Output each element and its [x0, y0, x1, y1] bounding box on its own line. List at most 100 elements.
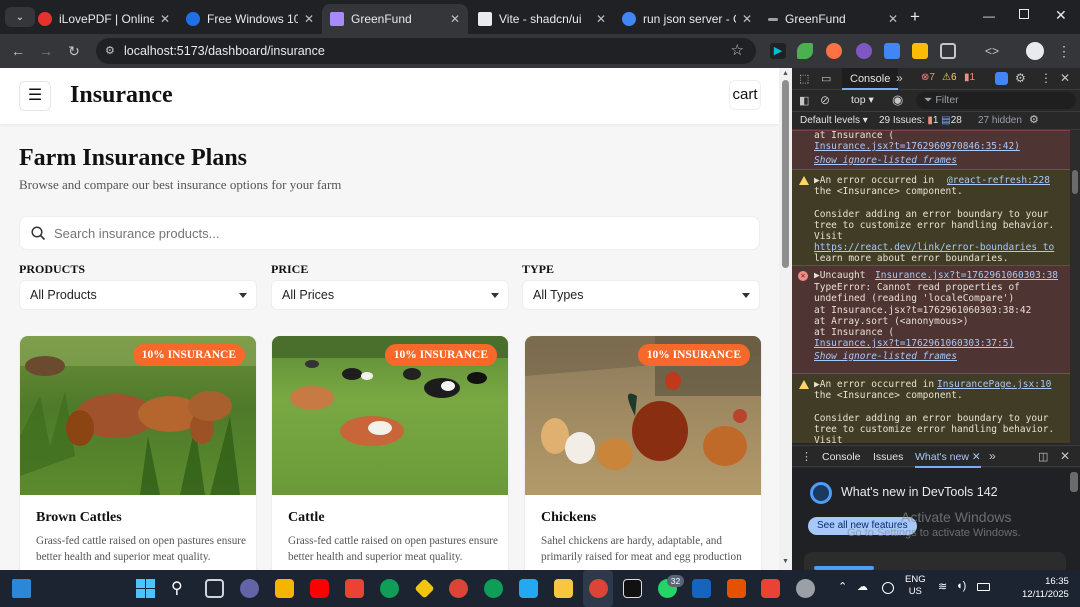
source-link[interactable]: Insurance.jsx?t=1762960970846:35:42): [814, 141, 1020, 152]
onedrive-icon[interactable]: [882, 582, 894, 594]
drawer-tab-whats-new[interactable]: What's new ✕: [915, 446, 981, 468]
close-window-icon[interactable]: ✕: [1055, 7, 1067, 24]
close-icon[interactable]: ✕: [742, 12, 752, 26]
more-tabs-icon[interactable]: »: [896, 71, 903, 85]
clock[interactable]: 16:35 12/11/2025: [1022, 575, 1069, 601]
extension-icon[interactable]: [884, 43, 900, 59]
extension-icon[interactable]: [826, 43, 842, 59]
more-vertical-icon[interactable]: ⋮: [1040, 71, 1052, 85]
windows-start-icon[interactable]: [136, 579, 155, 598]
reload-icon[interactable]: ↻: [64, 41, 84, 61]
app-icon[interactable]: [727, 579, 746, 598]
app-icon[interactable]: [692, 579, 711, 598]
extension-icon[interactable]: [856, 43, 872, 59]
scroll-thumb[interactable]: [1070, 472, 1078, 492]
search-icon[interactable]: ⚲: [171, 578, 183, 598]
task-view-icon[interactable]: [205, 579, 224, 598]
drawer-menu-icon[interactable]: ⋮: [801, 450, 812, 463]
live-expression-eye-icon[interactable]: ◉: [892, 92, 903, 108]
device-toolbar-icon[interactable]: ▭: [821, 72, 831, 85]
minimize-icon[interactable]: —: [983, 9, 995, 23]
close-devtools-icon[interactable]: ✕: [1060, 71, 1070, 85]
edge-icon[interactable]: [380, 579, 399, 598]
more-vertical-icon[interactable]: ⋮: [1054, 41, 1074, 61]
site-info-icon[interactable]: ⚙: [105, 38, 115, 64]
console-error-message[interactable]: at Insurance ( Insurance.jsx?t=176296097…: [792, 130, 1070, 169]
teams-icon[interactable]: [240, 579, 259, 598]
page-scrollbar[interactable]: ▲ ▼: [779, 68, 792, 570]
console-filter-input[interactable]: ⏷ Filter: [916, 92, 1076, 109]
cloud-icon[interactable]: ☁: [857, 580, 868, 593]
source-link[interactable]: Insurance.jsx?t=1762961060303:38: [875, 270, 1058, 281]
source-link[interactable]: Insurance.jsx?t=1762961060303:37:5): [814, 338, 1014, 349]
app-icon[interactable]: [414, 578, 435, 599]
gmail-icon[interactable]: [761, 579, 780, 598]
drawer-tab-issues[interactable]: Issues: [873, 451, 903, 463]
wifi-icon[interactable]: ≋: [938, 580, 947, 593]
close-icon[interactable]: ✕: [596, 12, 606, 26]
tab-greenfund[interactable]: GreenFund ✕: [760, 4, 906, 34]
chrome-icon[interactable]: [484, 579, 503, 598]
close-icon[interactable]: ✕: [160, 12, 170, 26]
warning-count-badge[interactable]: ⚠6: [942, 72, 957, 83]
search-input[interactable]: [54, 217, 744, 249]
context-select[interactable]: top ▾: [851, 94, 874, 106]
scroll-thumb[interactable]: [1072, 170, 1078, 194]
address-bar[interactable]: ⚙ localhost:5173/dashboard/insurance ☆: [96, 38, 756, 64]
drawer-tab-console[interactable]: Console: [822, 451, 861, 463]
settings-gear-icon[interactable]: ⚙: [1015, 71, 1026, 85]
extension-icon[interactable]: [912, 43, 928, 59]
products-select[interactable]: All Products: [19, 280, 257, 310]
ai-assistant-icon[interactable]: [995, 72, 1008, 85]
close-icon[interactable]: ✕: [304, 12, 314, 26]
forward-arrow-icon[interactable]: →: [36, 41, 56, 61]
sidebar-toggle-icon[interactable]: ◧: [799, 94, 809, 107]
bookmark-star-icon[interactable]: ☆: [731, 38, 744, 64]
tab-greenfund-active[interactable]: GreenFund ✕: [322, 4, 468, 34]
extension-icon[interactable]: ▶: [770, 43, 786, 59]
source-link[interactable]: @react-refresh:228: [947, 175, 1050, 186]
settings-gear-icon[interactable]: [796, 579, 815, 598]
source-link[interactable]: InsurancePage.jsx:10: [937, 379, 1051, 390]
inspect-element-icon[interactable]: ⬚: [799, 72, 809, 85]
devtools-code-icon[interactable]: <>: [982, 41, 1002, 61]
widgets-icon[interactable]: [12, 579, 31, 598]
battery-icon[interactable]: [977, 583, 990, 591]
cart-button[interactable]: cart: [729, 80, 761, 110]
info-count-badge[interactable]: ▮1: [964, 72, 975, 83]
extension-icon[interactable]: [797, 43, 813, 59]
type-select[interactable]: All Types: [522, 280, 760, 310]
console-settings-icon[interactable]: ⚙: [1029, 113, 1039, 126]
youtube-icon[interactable]: [310, 579, 329, 598]
extensions-puzzle-icon[interactable]: [940, 43, 956, 59]
tab-vite-shadcn[interactable]: Vite - shadcn/ui ✕: [470, 4, 614, 34]
console-warning-message[interactable]: ▶An error occurred in InsurancePage.jsx:…: [792, 373, 1070, 443]
avatar[interactable]: [1026, 42, 1044, 60]
app-icon[interactable]: [623, 579, 642, 598]
gmail-icon[interactable]: [345, 579, 364, 598]
volume-icon[interactable]: ◖): [956, 580, 966, 592]
scroll-down-icon[interactable]: ▼: [782, 558, 789, 565]
clear-console-icon[interactable]: ⊘: [820, 93, 830, 107]
chevron-up-icon[interactable]: ⌃: [838, 580, 847, 593]
console-warning-message[interactable]: ▶An error occurred in @react-refresh:228…: [792, 169, 1070, 265]
product-card-chickens[interactable]: 10% INSURANCE Chickens Sahel chickens ar…: [525, 336, 761, 570]
show-frames-link[interactable]: Show ignore-listed frames: [814, 351, 957, 362]
close-icon[interactable]: ✕: [450, 12, 460, 26]
tab-console[interactable]: Console: [842, 68, 899, 90]
tab-google-search[interactable]: run json server - Goo ✕: [614, 4, 760, 34]
issues-link[interactable]: 29 Issues: ▮1 ▤28: [879, 115, 962, 126]
console-error-message[interactable]: ✕ ▶Uncaught Insurance.jsx?t=176296106030…: [792, 265, 1070, 373]
microsoft-store-icon[interactable]: [275, 579, 294, 598]
console-scrollbar[interactable]: [1070, 130, 1080, 444]
close-icon[interactable]: ✕: [888, 12, 898, 26]
chrome-icon[interactable]: [449, 579, 468, 598]
dock-side-icon[interactable]: ◫: [1038, 450, 1048, 463]
new-tab-plus-icon[interactable]: +: [910, 7, 920, 27]
error-count-badge[interactable]: ⊗7: [921, 72, 935, 83]
scroll-up-icon[interactable]: ▲: [782, 70, 789, 77]
maximize-icon[interactable]: [1019, 9, 1029, 19]
menu-icon[interactable]: ☰: [19, 81, 51, 111]
scroll-thumb[interactable]: [782, 80, 789, 268]
product-card-cattle[interactable]: 10% INSURANCE Cattle Grass-fed cattle ra…: [272, 336, 508, 570]
